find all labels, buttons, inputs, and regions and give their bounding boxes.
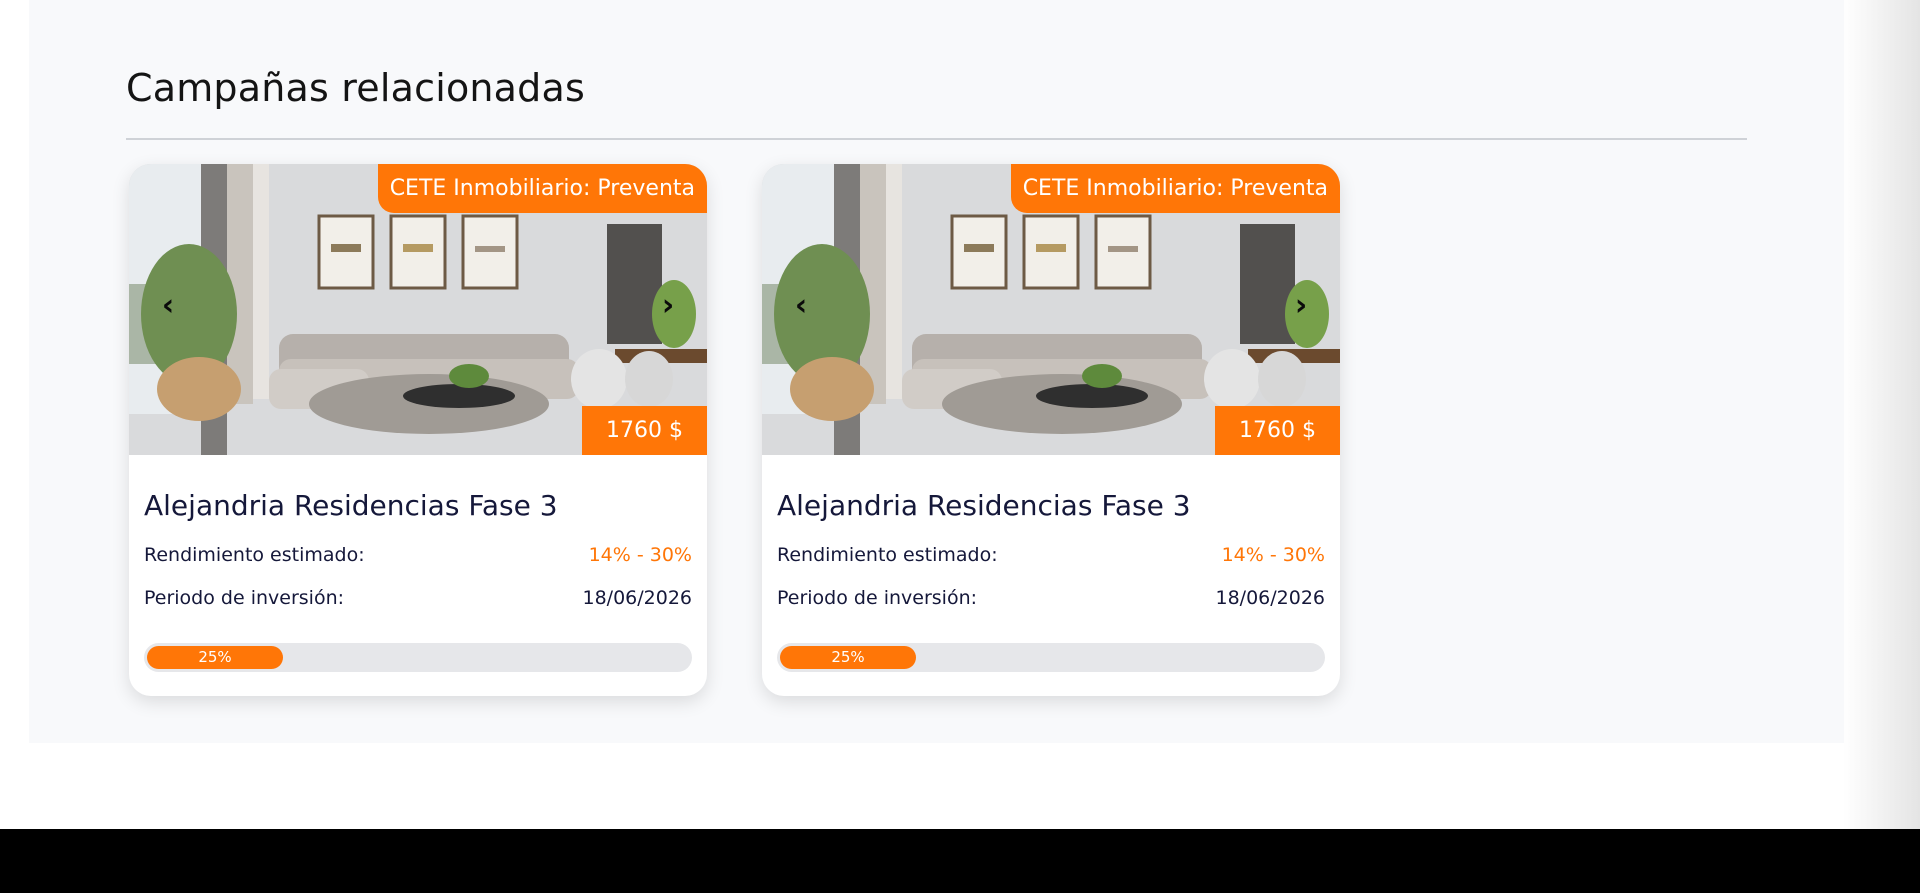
price-badge: 1760 $ <box>582 406 707 455</box>
card-body: Alejandria Residencias Fase 3 Rendimient… <box>762 489 1340 672</box>
chevron-left-icon[interactable]: ‹ <box>151 288 185 323</box>
page-footer <box>0 829 1920 893</box>
card-body: Alejandria Residencias Fase 3 Rendimient… <box>129 489 707 672</box>
campaign-card[interactable]: CETE Inmobiliario: Preventa 1760 $ ‹ › A… <box>129 164 707 696</box>
funding-progress-fill: 25% <box>780 646 916 669</box>
campaign-name[interactable]: Alejandria Residencias Fase 3 <box>777 489 1325 522</box>
chevron-left-icon[interactable]: ‹ <box>784 288 818 323</box>
campaign-cards: CETE Inmobiliario: Preventa 1760 $ ‹ › A… <box>129 164 1340 696</box>
campaign-type-tag: CETE Inmobiliario: Preventa <box>1010 164 1340 213</box>
campaign-type-tag: CETE Inmobiliario: Preventa <box>377 164 707 213</box>
page-edge-shadow <box>1843 0 1920 829</box>
funding-progress-bar: 25% <box>777 643 1325 672</box>
price-badge: 1760 $ <box>1215 406 1340 455</box>
yield-label: Rendimiento estimado: <box>777 544 998 566</box>
yield-row: Rendimiento estimado: 14% - 30% <box>144 544 692 566</box>
period-label: Periodo de inversión: <box>144 587 345 609</box>
period-row: Periodo de inversión: 18/06/2026 <box>777 587 1325 609</box>
related-campaigns-section: Campañas relacionadas CETE Inmobiliario:… <box>29 0 1844 743</box>
period-row: Periodo de inversión: 18/06/2026 <box>144 587 692 609</box>
campaign-image[interactable]: CETE Inmobiliario: Preventa 1760 $ ‹ › <box>129 164 707 455</box>
chevron-right-icon[interactable]: › <box>1284 288 1318 323</box>
yield-row: Rendimiento estimado: 14% - 30% <box>777 544 1325 566</box>
yield-value: 14% - 30% <box>588 544 692 566</box>
yield-value: 14% - 30% <box>1221 544 1325 566</box>
period-value: 18/06/2026 <box>1215 587 1325 609</box>
campaign-card[interactable]: CETE Inmobiliario: Preventa 1760 $ ‹ › A… <box>762 164 1340 696</box>
period-value: 18/06/2026 <box>582 587 692 609</box>
funding-progress-bar: 25% <box>144 643 692 672</box>
section-title: Campañas relacionadas <box>126 66 585 110</box>
campaign-name[interactable]: Alejandria Residencias Fase 3 <box>144 489 692 522</box>
funding-progress-fill: 25% <box>147 646 283 669</box>
campaign-image[interactable]: CETE Inmobiliario: Preventa 1760 $ ‹ › <box>762 164 1340 455</box>
section-divider <box>126 138 1747 140</box>
period-label: Periodo de inversión: <box>777 587 978 609</box>
chevron-right-icon[interactable]: › <box>651 288 685 323</box>
yield-label: Rendimiento estimado: <box>144 544 365 566</box>
